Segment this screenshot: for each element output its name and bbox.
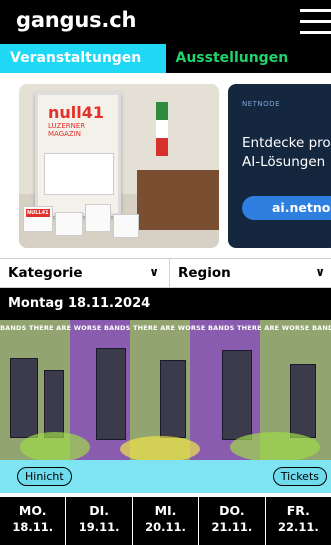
day-date: 21.11.: [211, 520, 253, 534]
category-label: Kategorie: [8, 265, 83, 281]
event-poster-text: BANDS THERE ARE WORSE BANDS THERE ARE WO…: [0, 324, 331, 332]
netnode-headline: Entdecke pro AI-Lösungen: [242, 134, 331, 172]
day-date: 20.11.: [145, 520, 186, 534]
box-label: NULL41: [26, 209, 50, 217]
category-dropdown[interactable]: Kategorie ∨: [0, 259, 170, 287]
poster-box: [44, 153, 114, 195]
netnode-headline-line1: Entdecke pro: [242, 135, 331, 151]
poster-subtitle: LUZERNER MAGAZIN: [48, 122, 86, 138]
chevron-down-icon: ∨: [315, 265, 325, 279]
poster-title: null41: [48, 103, 105, 122]
hamburger-menu-icon[interactable]: [300, 9, 331, 35]
day-date: 19.11.: [78, 520, 120, 534]
day-date: 18.11.: [12, 520, 54, 534]
day-friday[interactable]: FR. 22.11.: [266, 497, 331, 545]
tickets-button[interactable]: Tickets: [272, 467, 327, 486]
region-dropdown[interactable]: Region ∨: [170, 259, 331, 287]
section-tabs: Veranstaltungen Ausstellungen: [0, 44, 331, 73]
day-tuesday[interactable]: DI. 19.11.: [66, 497, 133, 545]
tab-ausstellungen[interactable]: Ausstellungen: [165, 44, 331, 73]
day-wednesday[interactable]: MI. 20.11.: [133, 497, 200, 545]
tower-graphic: [10, 358, 38, 438]
event-card[interactable]: BANDS THERE ARE WORSE BANDS THERE ARE WO…: [0, 320, 331, 493]
poster-blob: [230, 432, 320, 462]
day-name: MO.: [18, 503, 47, 518]
site-logo[interactable]: gangus.ch: [16, 8, 136, 32]
tower-graphic: [290, 364, 316, 438]
day-name: MI.: [154, 503, 177, 518]
day-name: FR.: [286, 503, 310, 518]
tower-graphic: [222, 350, 252, 440]
tower-graphic: [44, 370, 64, 438]
date-heading: Montag 18.11.2024: [0, 288, 331, 320]
tab-veranstaltungen[interactable]: Veranstaltungen: [0, 44, 166, 73]
netnode-cta-button[interactable]: ai.netno: [242, 196, 331, 220]
ad-netnode[interactable]: NETNODE Entdecke pro AI-Lösungen ai.netn…: [228, 84, 331, 248]
poster-blob: [20, 432, 90, 462]
top-bar: gangus.ch: [0, 0, 331, 44]
day-selector: MO. 18.11. DI. 19.11. MI. 20.11. DO. 21.…: [0, 497, 331, 545]
day-date: 22.11.: [277, 520, 319, 534]
null41-magazine-poster: null41 LUZERNER MAGAZIN: [35, 92, 121, 216]
cardboard-boxes: NULL41: [19, 202, 219, 242]
tower-graphic: [160, 360, 186, 438]
day-name: DO.: [219, 503, 245, 518]
hinicht-button[interactable]: Hinicht: [17, 467, 72, 486]
region-label: Region: [178, 265, 231, 281]
poster-blob: [120, 436, 200, 462]
netnode-brand: NETNODE: [242, 100, 280, 108]
ad-null41-poster[interactable]: null41 LUZERNER MAGAZIN NULL41: [19, 84, 219, 248]
flag-image: [156, 102, 168, 156]
tower-graphic: [96, 348, 126, 440]
day-name: DI.: [89, 503, 109, 518]
netnode-headline-line2: AI-Lösungen: [242, 154, 326, 170]
ad-carousel[interactable]: null41 LUZERNER MAGAZIN NULL41 NETNODE E…: [0, 73, 331, 256]
day-thursday[interactable]: DO. 21.11.: [199, 497, 266, 545]
chevron-down-icon: ∨: [149, 265, 159, 279]
filter-bar: Kategorie ∨ Region ∨: [0, 258, 331, 288]
day-monday[interactable]: MO. 18.11.: [0, 497, 67, 545]
